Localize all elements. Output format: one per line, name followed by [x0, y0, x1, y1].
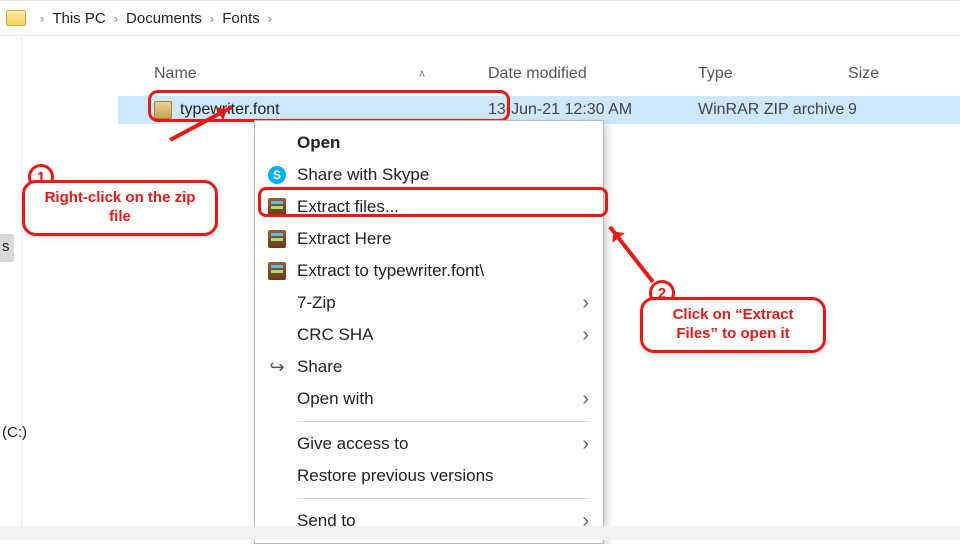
menu-give-access[interactable]: Give access to [255, 428, 603, 460]
context-menu: Open S Share with Skype Extract files...… [254, 120, 604, 544]
chevron-right-icon: › [268, 11, 272, 26]
column-headers: Name ∧ Date modified Type Size [118, 56, 960, 92]
menu-open-label: Open [297, 133, 340, 153]
annotation-callout-2-text: Click on “Extract Files” to open it [653, 306, 813, 344]
menu-give-access-label: Give access to [297, 434, 409, 454]
file-date: 13-Jun-21 12:30 AM [488, 101, 698, 119]
menu-crc-label: CRC SHA [297, 325, 374, 345]
menu-extract-files-label: Extract files... [297, 197, 399, 217]
sort-asc-icon: ∧ [418, 67, 426, 80]
menu-share-label: Share [297, 357, 342, 377]
menu-extract-files[interactable]: Extract files... [255, 191, 603, 223]
menu-share[interactable]: ↪ Share [255, 351, 603, 383]
menu-open[interactable]: Open [255, 127, 603, 159]
winrar-icon [267, 229, 287, 249]
annotation-callout-1: Right-click on the zip file [22, 180, 218, 236]
crumb-fonts[interactable]: Fonts [222, 10, 260, 27]
chevron-right-icon: › [40, 11, 44, 26]
file-type: WinRAR ZIP archive [698, 101, 848, 119]
menu-extract-to-label: Extract to typewriter.font\ [297, 261, 484, 281]
winrar-icon [267, 261, 287, 281]
annotation-callout-1-text: Right-click on the zip file [35, 189, 205, 227]
menu-share-skype[interactable]: S Share with Skype [255, 159, 603, 191]
chevron-right-icon: › [114, 11, 118, 26]
menu-7zip[interactable]: 7-Zip [255, 287, 603, 319]
archive-icon [154, 101, 172, 119]
col-name-label: Name [154, 65, 197, 82]
crumb-documents[interactable]: Documents [126, 10, 202, 27]
menu-extract-here-label: Extract Here [297, 229, 391, 249]
menu-restore[interactable]: Restore previous versions [255, 460, 603, 492]
col-name[interactable]: Name ∧ [118, 65, 488, 83]
chevron-right-icon: › [210, 11, 214, 26]
menu-7zip-label: 7-Zip [297, 293, 336, 313]
menu-extract-here[interactable]: Extract Here [255, 223, 603, 255]
menu-share-skype-label: Share with Skype [297, 165, 429, 185]
folder-icon [6, 10, 26, 26]
sidebar-item-cut[interactable]: s [2, 238, 10, 255]
annotation-arrow-2 [608, 226, 654, 284]
skype-icon: S [267, 165, 287, 185]
menu-separator [297, 421, 589, 422]
status-bar [0, 526, 960, 540]
menu-open-with[interactable]: Open with [255, 383, 603, 415]
winrar-icon [267, 197, 287, 217]
menu-separator [297, 498, 589, 499]
crumb-this-pc[interactable]: This PC [52, 10, 105, 27]
col-date[interactable]: Date modified [488, 65, 698, 83]
share-icon: ↪ [267, 357, 287, 377]
menu-crc-sha[interactable]: CRC SHA [255, 319, 603, 351]
sidebar-item-drive-c[interactable]: (C:) [2, 424, 27, 441]
breadcrumb-bar: › This PC › Documents › Fonts › [0, 0, 960, 36]
menu-open-with-label: Open with [297, 389, 374, 409]
nav-sidebar: s (C:) [0, 36, 22, 540]
menu-extract-to[interactable]: Extract to typewriter.font\ [255, 255, 603, 287]
file-size: 9 [848, 101, 960, 119]
annotation-callout-2: Click on “Extract Files” to open it [640, 297, 826, 353]
file-name-cell: typewriter.font [118, 101, 488, 119]
menu-restore-label: Restore previous versions [297, 466, 494, 486]
col-size[interactable]: Size [848, 65, 960, 83]
col-type[interactable]: Type [698, 65, 848, 83]
